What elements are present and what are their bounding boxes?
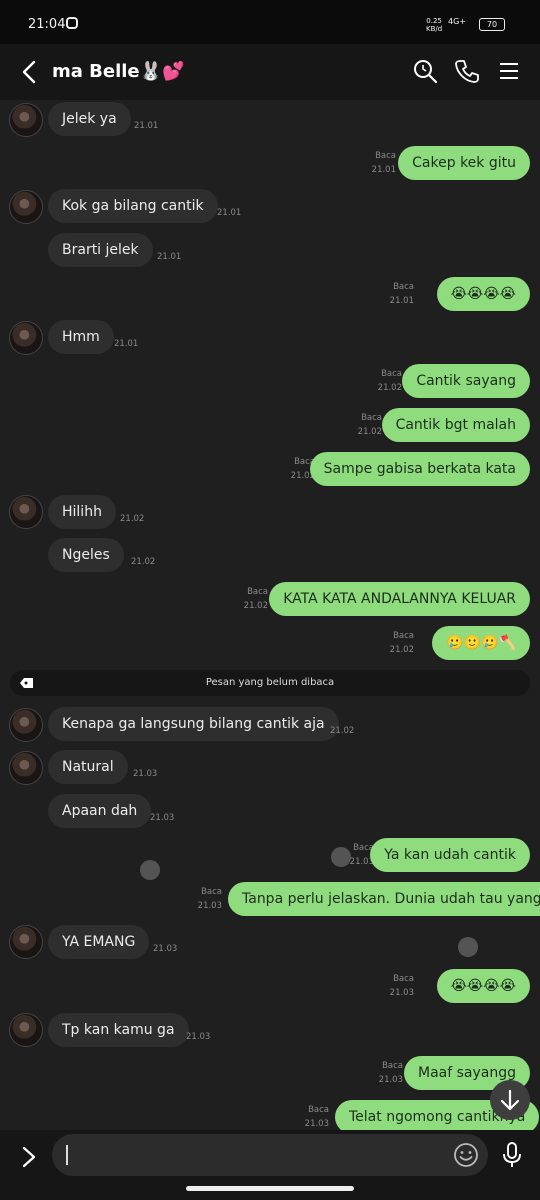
avatar[interactable]	[9, 751, 43, 785]
avatar[interactable]	[9, 190, 43, 224]
message-incoming[interactable]: Hmm	[48, 320, 114, 354]
message-time: 21.03	[349, 857, 374, 867]
message-time: 21.02	[330, 726, 355, 736]
scroll-to-bottom-button[interactable]	[490, 1080, 530, 1120]
message-time: 21.01	[157, 252, 182, 262]
message-outgoing[interactable]: 😭😭😭😭	[436, 969, 530, 1003]
message-incoming[interactable]: Apaan dah	[48, 794, 152, 828]
status-bar: 21:04 0.25 KB/d 4G+ 70	[0, 0, 540, 44]
message-time: 21.01	[114, 339, 139, 349]
chat-header: ma Belle🐰💕	[0, 44, 540, 100]
message-incoming[interactable]: YA EMANG	[48, 925, 150, 959]
message-incoming[interactable]: Jelek ya	[48, 102, 131, 136]
status-time: 21:04	[28, 17, 66, 32]
menu-icon[interactable]	[496, 58, 522, 84]
chevron-right-icon[interactable]	[18, 1144, 40, 1170]
floating-dot	[140, 860, 160, 880]
message-input[interactable]	[52, 1134, 488, 1176]
message-incoming[interactable]: Ngeles	[48, 538, 124, 572]
avatar[interactable]	[9, 321, 43, 355]
mic-icon[interactable]	[499, 1141, 525, 1169]
message-outgoing[interactable]: Sampe gabisa berkata kata	[309, 452, 530, 486]
read-receipt: Baca	[375, 151, 396, 161]
read-receipt: Baca	[382, 1061, 403, 1071]
floating-dot	[458, 937, 478, 957]
text-caret	[66, 1145, 68, 1165]
message-incoming[interactable]: Natural	[48, 750, 128, 784]
message-outgoing[interactable]: Tanpa perlu jelaskan. Dunia udah tau yan…	[228, 882, 540, 916]
app-notification-icon	[66, 17, 78, 29]
message-time: 21.02	[377, 383, 402, 393]
message-time: 21.03	[197, 901, 222, 911]
message-time: 21.02	[389, 645, 414, 655]
message-incoming[interactable]: Tp kan kamu ga	[48, 1013, 189, 1047]
read-receipt: Baca	[393, 282, 414, 292]
message-outgoing[interactable]: 🥲🙂🥲🪓	[432, 626, 530, 660]
message-time: 21.01	[217, 208, 242, 218]
read-receipt: Baca	[247, 587, 268, 597]
message-incoming[interactable]: Brarti jelek	[48, 233, 153, 267]
arrow-down-icon	[500, 1089, 520, 1111]
avatar[interactable]	[9, 708, 43, 742]
battery-indicator: 70	[479, 18, 505, 31]
network-speed: 0.25 KB/d	[426, 17, 443, 33]
avatar[interactable]	[9, 925, 43, 959]
message-time: 21.02	[357, 427, 382, 437]
avatar[interactable]	[9, 103, 43, 137]
read-receipt: Baca	[393, 631, 414, 641]
read-receipt: Baca	[393, 974, 414, 984]
read-receipt: Baca	[308, 1105, 329, 1115]
tag-icon	[20, 678, 33, 688]
network-indicator: 4G+	[448, 17, 466, 26]
message-list[interactable]: Jelek ya 21.01 Baca 21.01 Cakep kek gitu…	[0, 100, 540, 1130]
message-outgoing[interactable]: Ya kan udah cantik	[370, 838, 530, 872]
unread-divider: Pesan yang belum dibaca	[10, 670, 530, 696]
message-outgoing[interactable]: 😭😭😭😭	[436, 277, 530, 311]
message-time: 21.01	[371, 165, 396, 175]
message-time: 21.03	[150, 813, 175, 823]
message-time: 21.02	[120, 514, 145, 524]
chat-title[interactable]: ma Belle🐰💕	[52, 61, 184, 82]
message-time: 21.03	[153, 944, 178, 954]
home-indicator[interactable]	[186, 1186, 354, 1191]
phone-icon[interactable]	[454, 58, 480, 84]
message-incoming[interactable]: Kenapa ga langsung bilang cantik aja	[48, 707, 339, 741]
unread-divider-label: Pesan yang belum dibaca	[205, 677, 335, 688]
read-receipt: Baca	[353, 843, 374, 853]
chevron-left-icon[interactable]	[18, 58, 42, 86]
message-time: 21.03	[133, 769, 158, 779]
message-time: 21.02	[131, 557, 156, 567]
message-time: 21.03	[378, 1075, 403, 1085]
message-outgoing[interactable]: KATA KATA ANDALANNYA KELUAR	[269, 582, 530, 616]
message-outgoing[interactable]: Cantik sayang	[402, 364, 530, 398]
message-incoming[interactable]: Hilihh	[48, 495, 116, 529]
message-time: 21.01	[389, 296, 414, 306]
read-receipt: Baca	[361, 413, 382, 423]
read-receipt: Baca	[381, 369, 402, 379]
message-time: 21.03	[186, 1032, 211, 1042]
read-receipt: Baca	[201, 887, 222, 897]
smile-icon[interactable]	[453, 1142, 479, 1168]
input-bar	[0, 1130, 540, 1200]
search-icon[interactable]	[412, 58, 438, 84]
message-outgoing[interactable]: Cantik bgt malah	[381, 408, 530, 442]
avatar[interactable]	[9, 1013, 43, 1047]
message-outgoing[interactable]: Cakep kek gitu	[398, 146, 530, 180]
avatar[interactable]	[9, 495, 43, 529]
message-time: 21.03	[304, 1119, 329, 1129]
message-time: 21.03	[389, 988, 414, 998]
message-time: 21.02	[243, 601, 268, 611]
message-incoming[interactable]: Kok ga bilang cantik	[48, 189, 218, 223]
message-time: 21.01	[134, 121, 159, 131]
